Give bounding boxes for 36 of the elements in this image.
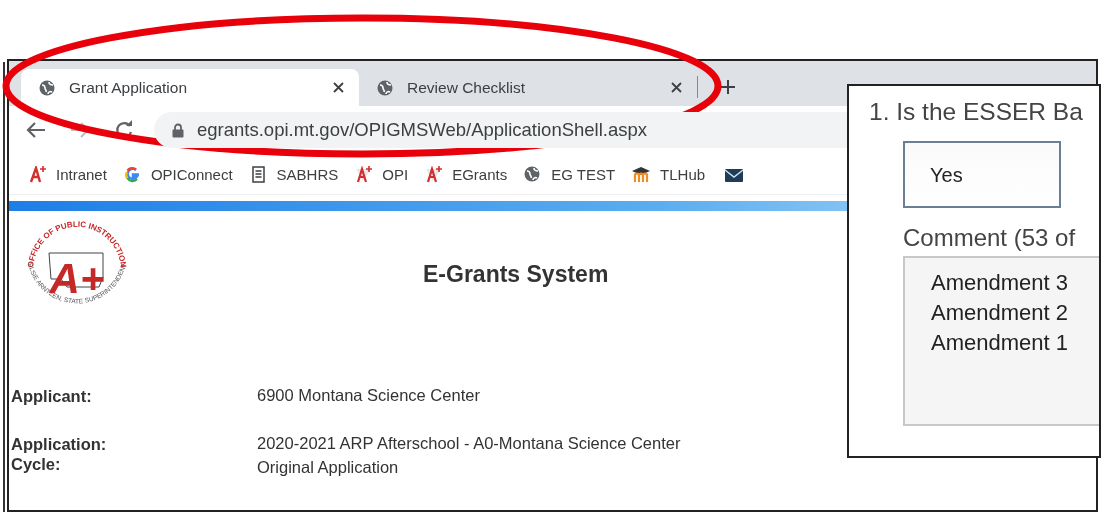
browser-tab[interactable]: Review Checklist xyxy=(359,69,697,106)
bookmark[interactable]: SABHRS xyxy=(249,165,339,183)
google-icon xyxy=(123,165,141,183)
new-tab-icon[interactable] xyxy=(720,79,736,95)
bookmark[interactable]: EG TEST xyxy=(524,165,616,183)
close-icon[interactable] xyxy=(670,81,683,94)
letter-a-plus-icon xyxy=(425,165,443,183)
bookmark[interactable]: EGrants xyxy=(425,165,508,183)
browser-tab[interactable]: Grant Application xyxy=(21,69,359,106)
letter-a-plus-icon xyxy=(29,165,46,183)
field-value: Original Application xyxy=(257,457,400,478)
lock-icon xyxy=(172,122,184,138)
document-icon xyxy=(249,165,267,183)
comment-line: Amendment 3 xyxy=(931,269,1069,297)
field-label: Cycle: xyxy=(11,454,62,474)
field-value: 2020-2021 ARP Afterschool - A0-Montana Science Center xyxy=(257,433,682,454)
answer-box[interactable]: Yes xyxy=(903,141,1061,208)
field-value: 6900 Montana Science Center xyxy=(257,385,481,406)
mortarboard-icon xyxy=(632,165,651,183)
globe-icon xyxy=(39,79,55,96)
bookmark[interactable]: Intranet xyxy=(29,165,107,183)
letter-a-plus-icon xyxy=(355,165,373,183)
page-title: E-Grants System xyxy=(423,261,609,288)
field-label: Application: xyxy=(11,434,108,454)
globe-icon xyxy=(377,79,393,96)
field-label: Applicant: xyxy=(11,386,93,406)
bookmark[interactable]: TLHub xyxy=(632,165,706,183)
globe-icon xyxy=(524,165,542,183)
bookmark[interactable]: OPI xyxy=(355,165,409,183)
comment-line: Amendment 1 xyxy=(931,329,1069,357)
close-icon[interactable] xyxy=(332,81,345,94)
comment-label: Comment (53 of xyxy=(903,224,1077,252)
bookmark[interactable]: OPIConnect xyxy=(123,165,233,183)
back-icon[interactable] xyxy=(26,121,46,139)
comment-field[interactable]: Amendment 3 Amendment 2 Amendment 1 xyxy=(903,256,1099,426)
comment-line: Amendment 2 xyxy=(931,299,1069,327)
